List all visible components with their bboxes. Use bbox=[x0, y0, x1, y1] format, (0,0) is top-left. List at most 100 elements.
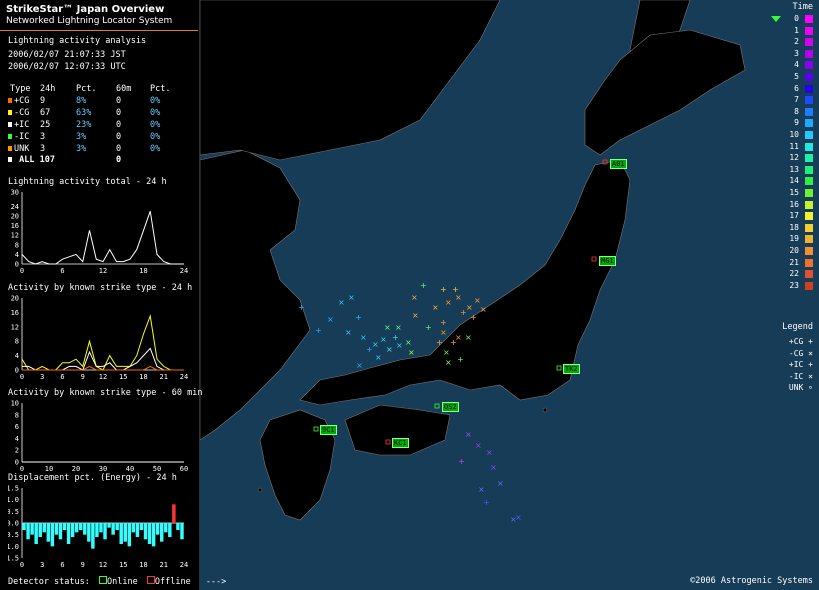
time-legend-label: 8 bbox=[794, 106, 799, 116]
y-tick-label: 6 bbox=[15, 423, 19, 431]
time-legend-label: 0 bbox=[794, 14, 799, 23]
strike-marker: + bbox=[436, 338, 443, 347]
time-legend-swatch bbox=[805, 49, 813, 58]
time-legend-row: 0 bbox=[775, 14, 815, 25]
strike-marker: × bbox=[408, 348, 415, 357]
strike-marker: × bbox=[327, 315, 334, 324]
type-swatch bbox=[8, 146, 12, 151]
cell-60m: 0 bbox=[116, 120, 122, 130]
strike-marker: × bbox=[360, 333, 367, 342]
time-legend-label: 7 bbox=[794, 95, 799, 105]
x-tick-label: 12 bbox=[99, 561, 107, 569]
time-legend-label: 23 bbox=[789, 280, 799, 290]
cell-pct60: 0% bbox=[150, 96, 161, 106]
total-60m: 0 bbox=[116, 155, 122, 165]
bar bbox=[115, 523, 119, 530]
bar bbox=[70, 523, 75, 537]
time-legend-swatch bbox=[805, 131, 813, 139]
time-legend-swatch bbox=[805, 235, 813, 244]
timestamp-utc: 2006/02/07 12:07:33 UTC bbox=[8, 62, 126, 72]
bar bbox=[74, 523, 79, 533]
strike-marker: × bbox=[474, 296, 481, 305]
strike-marker: + bbox=[483, 498, 490, 507]
x-tick-label: 3 bbox=[40, 373, 44, 381]
time-legend-label: 18 bbox=[789, 222, 799, 232]
time-legend-swatch bbox=[805, 154, 813, 163]
x-tick-label: 15 bbox=[119, 561, 127, 569]
time-legend-label: 17 bbox=[789, 211, 799, 221]
station-label-9c1[interactable]: 9C1 bbox=[320, 425, 337, 435]
copyright: ©2006 Astrogenic Systems bbox=[690, 576, 813, 586]
time-legend-label: 16 bbox=[789, 199, 799, 209]
time-legend-swatch bbox=[805, 223, 813, 232]
cell-24h: 67 bbox=[40, 108, 51, 118]
app-subtitle: Networked Lightning Locator System bbox=[6, 16, 173, 26]
station-label-tk2[interactable]: TK2 bbox=[563, 364, 580, 374]
total-type: ALL bbox=[19, 155, 35, 165]
chart-type-60min: 0 2 4 6 8 10 0 10 20 30 40 50 60 bbox=[11, 400, 189, 474]
station-label-kc1[interactable]: KC1 bbox=[392, 438, 409, 448]
time-legend-swatch bbox=[805, 258, 813, 267]
station-label-mg1[interactable]: MG1 bbox=[599, 256, 616, 266]
type-swatch bbox=[8, 98, 12, 103]
x-tick-label: 9 bbox=[81, 373, 85, 381]
x-tick-label: 12 bbox=[99, 373, 107, 381]
chart-title-disp: Displacement pct. (Energy) - 24 h bbox=[8, 473, 177, 483]
time-legend-row: 5 bbox=[775, 72, 815, 83]
x-tick-label: 12 bbox=[99, 267, 107, 275]
bar bbox=[151, 523, 156, 547]
strike-marker: × bbox=[515, 513, 522, 522]
time-legend-swatch bbox=[805, 119, 813, 128]
strike-marker: × bbox=[445, 358, 452, 367]
bar bbox=[119, 523, 123, 544]
x-tick-label: 21 bbox=[160, 561, 168, 569]
y-tick-label: 12 bbox=[11, 323, 19, 331]
bar bbox=[30, 523, 34, 535]
chart-total-24h: 04812162024300 6 12 18 24 bbox=[11, 189, 189, 276]
y-tick-label: 20 bbox=[11, 213, 19, 221]
timestamp-jst: 2006/02/07 21:07:33 JST bbox=[8, 50, 126, 60]
analysis-panel: StrikeStar™ Japan Overview Networked Lig… bbox=[0, 0, 202, 590]
x-tick-label: 10 bbox=[45, 465, 53, 473]
time-legend-swatch bbox=[805, 281, 813, 290]
time-legend-row: 12 bbox=[775, 153, 815, 164]
x-tick-label: 0 bbox=[20, 267, 24, 275]
time-legend-row: 9 bbox=[775, 118, 815, 129]
x-tick-label: 21 bbox=[160, 373, 168, 381]
status-arrow: ---> bbox=[205, 577, 227, 587]
time-legend-label: 2 bbox=[794, 37, 799, 47]
bar bbox=[54, 523, 59, 535]
station-label-os2[interactable]: OS2 bbox=[442, 402, 459, 412]
bar bbox=[147, 523, 152, 544]
cell-pct60: 0% bbox=[150, 108, 161, 118]
bar bbox=[42, 523, 46, 533]
cell-type: UNK bbox=[14, 144, 30, 154]
cell-pct60: 0% bbox=[150, 120, 161, 130]
strike-marker: × bbox=[396, 341, 403, 350]
bar bbox=[34, 523, 38, 544]
y-tick-label: 0.5 bbox=[8, 508, 19, 516]
time-legend-row: 19 bbox=[775, 234, 815, 245]
strike-marker: + bbox=[355, 313, 362, 322]
time-legend-swatch bbox=[805, 165, 813, 174]
time-legend-row: 11 bbox=[775, 142, 815, 153]
strike-marker: + bbox=[420, 281, 427, 290]
cell-type: +IC bbox=[14, 120, 30, 130]
bar bbox=[91, 523, 95, 549]
y-tick-label: 16 bbox=[11, 309, 19, 317]
y-tick-label: 0 bbox=[15, 459, 19, 467]
legend-label: +CG bbox=[788, 337, 804, 346]
station-label-a01[interactable]: A01 bbox=[610, 159, 627, 169]
bar bbox=[176, 523, 180, 530]
strike-marker: × bbox=[356, 361, 363, 370]
strike-marker: + bbox=[458, 457, 465, 466]
time-legend-swatch bbox=[805, 270, 813, 279]
strike-marker: × bbox=[465, 430, 472, 439]
bar bbox=[46, 523, 51, 542]
time-legend-swatch bbox=[805, 189, 813, 197]
cell-24h: 3 bbox=[40, 132, 46, 142]
bar bbox=[180, 523, 184, 540]
bar bbox=[127, 523, 132, 547]
time-legend-swatch bbox=[805, 84, 813, 93]
strike-marker: × bbox=[466, 303, 473, 312]
